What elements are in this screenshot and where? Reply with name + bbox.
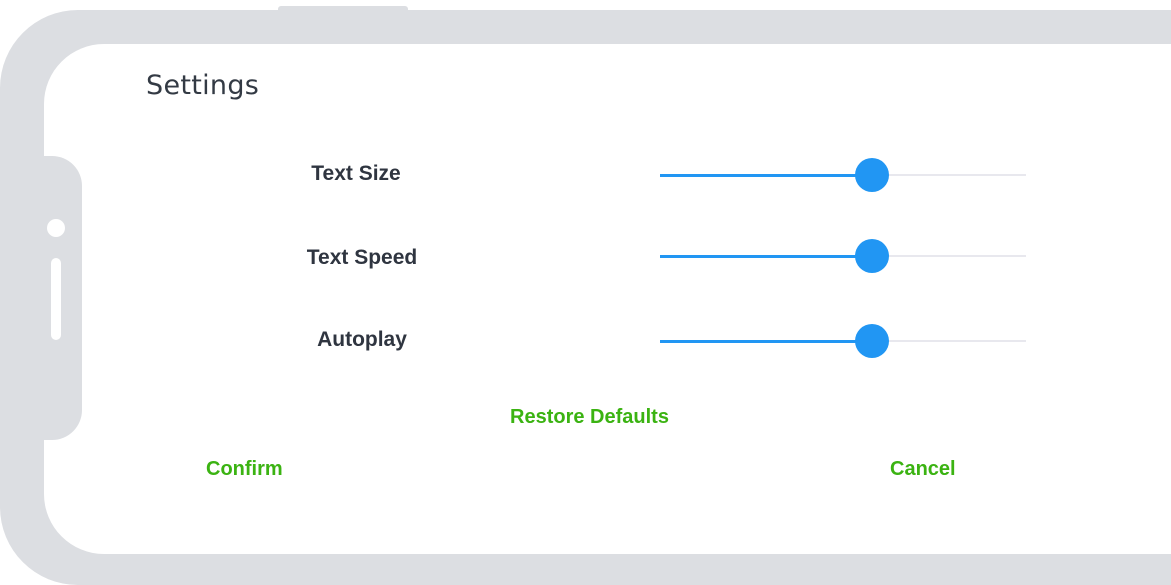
text-speed-label: Text Speed bbox=[306, 246, 418, 269]
phone-notch bbox=[44, 156, 82, 440]
slider-fill bbox=[660, 174, 873, 177]
autoplay-slider[interactable] bbox=[660, 321, 1026, 361]
slider-thumb[interactable] bbox=[855, 239, 890, 273]
device-mockup: Settings Text Size Text Speed Autoplay R… bbox=[0, 0, 1171, 585]
text-size-label: Text Size bbox=[311, 162, 401, 185]
restore-defaults-button[interactable]: Restore Defaults bbox=[510, 406, 669, 429]
text-speed-slider[interactable] bbox=[660, 236, 1026, 276]
slider-thumb[interactable] bbox=[855, 158, 890, 192]
speaker-icon bbox=[51, 258, 61, 340]
confirm-button[interactable]: Confirm bbox=[206, 458, 283, 481]
cancel-button[interactable]: Cancel bbox=[890, 458, 956, 481]
slider-fill bbox=[660, 340, 873, 343]
slider-fill bbox=[660, 255, 873, 258]
autoplay-label: Autoplay bbox=[317, 328, 407, 351]
slider-thumb[interactable] bbox=[855, 324, 890, 358]
text-size-slider[interactable] bbox=[660, 155, 1026, 195]
camera-icon bbox=[47, 219, 65, 237]
page-title: Settings bbox=[146, 70, 260, 101]
